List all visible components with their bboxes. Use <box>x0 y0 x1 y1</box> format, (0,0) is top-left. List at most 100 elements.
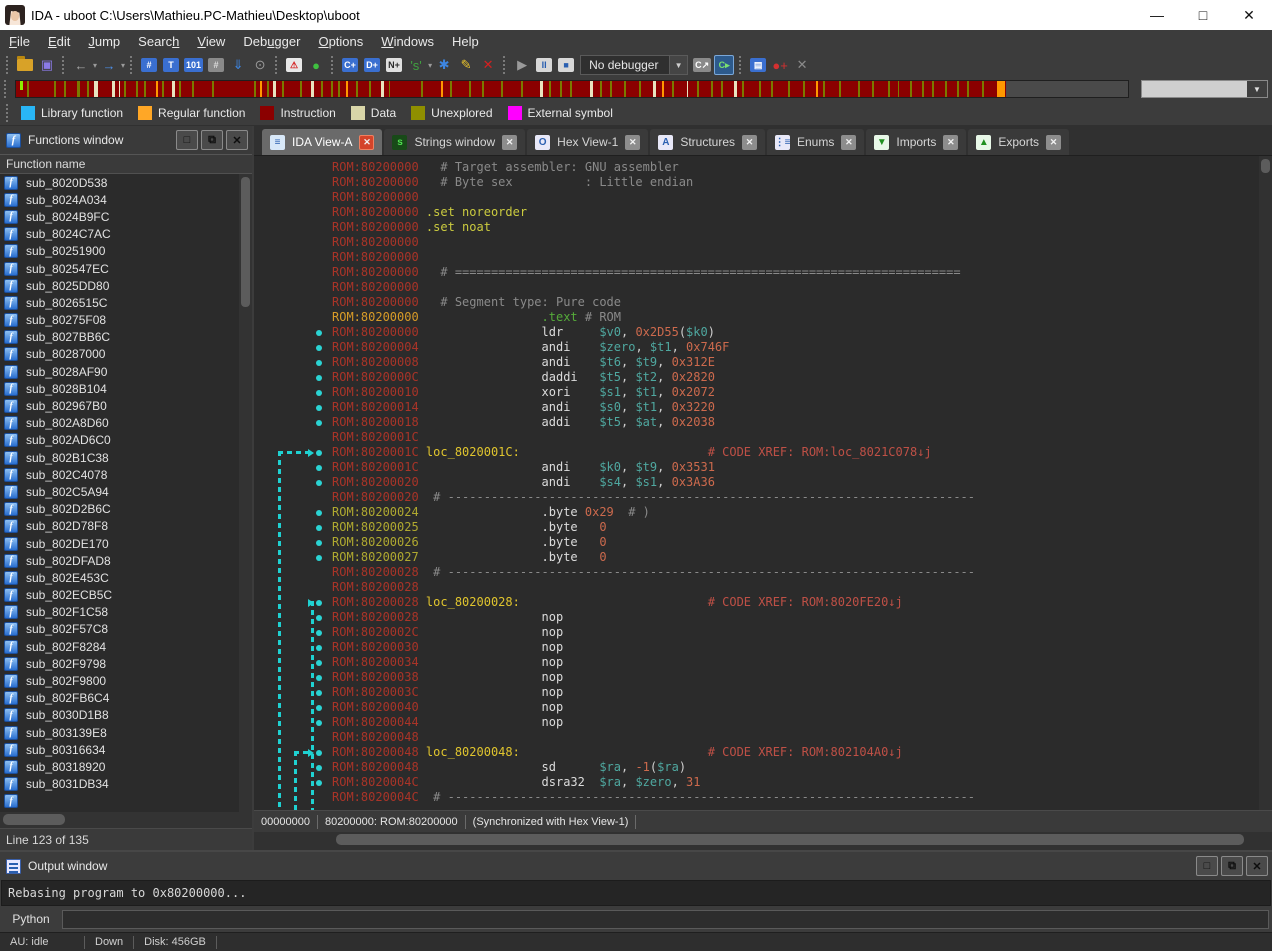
navigate-forward-icon[interactable]: → <box>99 55 119 75</box>
menu-edit[interactable]: Edit <box>39 32 79 51</box>
function-list-item[interactable]: fsub_80318920 <box>0 758 252 775</box>
disasm-line[interactable]: ROM:80200010 xori $s1, $t1, 0x2072 <box>254 385 1258 400</box>
tab-imports[interactable]: ▼Imports✕ <box>866 129 966 155</box>
disasm-line[interactable]: ROM:80200026 .byte 0 <box>254 535 1258 550</box>
debugger-pause-icon[interactable]: II <box>534 55 554 75</box>
function-list-item[interactable]: fsub_8024B9FC <box>0 208 252 225</box>
function-list-item[interactable]: fsub_802E453C <box>0 569 252 586</box>
toolbar-group-handle[interactable] <box>502 56 508 74</box>
toolbar-group-handle[interactable] <box>274 56 280 74</box>
function-list-item[interactable]: fsub_802967B0 <box>0 397 252 414</box>
disasm-line[interactable]: ROM:80200028 # -------------------------… <box>254 565 1258 580</box>
disasm-line[interactable]: ROM:8020004C dsra32 $ra, $zero, 31 <box>254 775 1258 790</box>
make-data-icon[interactable]: D+ <box>362 55 382 75</box>
function-list-item[interactable]: fsub_802D78F8 <box>0 518 252 535</box>
panel-close-button[interactable]: ✕ <box>226 130 248 150</box>
disasm-line[interactable]: ROM:8020004C # -------------------------… <box>254 790 1258 805</box>
colors-indicator-icon[interactable]: ● <box>306 55 326 75</box>
function-list-item[interactable]: fsub_8025DD80 <box>0 277 252 294</box>
disasm-line[interactable]: ROM:80200000 # Byte sex : Little endian <box>254 175 1258 190</box>
function-list-item[interactable]: fsub_802C5A94 <box>0 483 252 500</box>
function-list-item[interactable]: fsub_802F57C8 <box>0 621 252 638</box>
tab-close-icon[interactable]: ✕ <box>502 135 517 150</box>
navigate-forward-dropdown-icon[interactable]: ▾ <box>121 61 125 70</box>
function-list-item[interactable]: fsub_80251900 <box>0 243 252 260</box>
function-list-item[interactable]: fsub_802B1C38 <box>0 449 252 466</box>
function-list-item[interactable]: fsub_8031DB34 <box>0 776 252 793</box>
search-again-icon[interactable]: # <box>206 55 226 75</box>
function-list-item[interactable]: fsub_802F1C58 <box>0 604 252 621</box>
disasm-line[interactable]: ROM:8020000C daddi $t5, $t2, 0x2820 <box>254 370 1258 385</box>
disasm-line[interactable]: ROM:80200027 .byte 0 <box>254 550 1258 565</box>
make-string-icon[interactable]: 's' <box>406 55 426 75</box>
function-list-item[interactable]: fsub_802F8284 <box>0 638 252 655</box>
disasm-line[interactable]: ROM:80200014 andi $s0, $t1, 0x3220 <box>254 400 1258 415</box>
disasm-line[interactable]: ROM:80200038 nop <box>254 670 1258 685</box>
function-list-item[interactable]: fsub_8028B104 <box>0 380 252 397</box>
disasm-line[interactable]: ROM:80200000 # =========================… <box>254 265 1258 280</box>
menu-jump[interactable]: Jump <box>79 32 129 51</box>
disasm-vertical-scrollbar[interactable] <box>1259 156 1272 810</box>
function-list-item[interactable]: fsub_802A8D60 <box>0 415 252 432</box>
function-list-item[interactable]: fsub_8030D1B8 <box>0 707 252 724</box>
disasm-line[interactable]: ROM:80200020 # -------------------------… <box>254 490 1258 505</box>
panel-maximize-button[interactable]: □ <box>176 130 198 150</box>
disasm-hscroll-thumb[interactable] <box>336 834 1244 845</box>
make-name-icon[interactable]: N+ <box>384 55 404 75</box>
menu-windows[interactable]: Windows <box>372 32 443 51</box>
disasm-line[interactable]: ROM:80200000 <box>254 250 1258 265</box>
search-binary-icon[interactable]: # <box>139 55 159 75</box>
disasm-line[interactable]: ROM:80200044 nop <box>254 715 1258 730</box>
disasm-line[interactable]: ROM:80200000 <box>254 235 1258 250</box>
tab-close-icon[interactable]: ✕ <box>943 135 958 150</box>
function-list-item[interactable]: fsub_802D2B6C <box>0 501 252 518</box>
disasm-line[interactable]: ROM:8020001C andi $k0, $t9, 0x3531 <box>254 460 1258 475</box>
edit-item-icon[interactable]: ✎ <box>456 55 476 75</box>
function-list-item[interactable]: fsub_80316634 <box>0 741 252 758</box>
disasm-line[interactable]: ROM:80200030 nop <box>254 640 1258 655</box>
tab-strings[interactable]: sStrings window✕ <box>384 129 525 155</box>
disasm-line[interactable]: ROM:80200008 andi $t6, $t9, 0x312E <box>254 355 1258 370</box>
disasm-line[interactable]: ROM:80200004 andi $zero, $t1, 0x746F <box>254 340 1258 355</box>
tab-close-icon[interactable]: ✕ <box>742 135 757 150</box>
navigate-back-dropdown-icon[interactable]: ▾ <box>93 61 97 70</box>
tab-structures[interactable]: AStructures✕ <box>650 129 765 155</box>
breakpoint-list-icon[interactable]: ▤ <box>748 55 768 75</box>
tab-exports[interactable]: ▲Exports✕ <box>968 129 1069 155</box>
disasm-line[interactable]: ROM:80200028 <box>254 580 1258 595</box>
function-list-item[interactable]: fsub_80275F08 <box>0 312 252 329</box>
make-function-icon[interactable]: ✱ <box>434 55 454 75</box>
disasm-line[interactable]: ROM:80200000 .set noat <box>254 220 1258 235</box>
function-list-item[interactable]: fsub_802F9798 <box>0 655 252 672</box>
problems-list-icon[interactable]: ⚠ <box>284 55 304 75</box>
function-list-item[interactable]: fsub_8024C7AC <box>0 226 252 243</box>
function-list-item[interactable]: fsub_802AD6C0 <box>0 432 252 449</box>
disassembly-view[interactable]: ROM:80200000 # Target assembler: GNU ass… <box>254 156 1272 810</box>
legend-drag-handle[interactable] <box>5 104 11 122</box>
toolbar-group-handle[interactable] <box>5 56 11 74</box>
python-command-input[interactable] <box>62 910 1269 929</box>
disasm-line[interactable]: ROM:80200000 ldr $v0, 0x2D55($k0) <box>254 325 1258 340</box>
panel-float-button[interactable]: ⧉ <box>201 130 223 150</box>
function-list-item[interactable]: fsub_802DE170 <box>0 535 252 552</box>
function-list-item[interactable]: fsub_8027BB6C <box>0 329 252 346</box>
output-close-button[interactable]: ✕ <box>1246 856 1268 876</box>
save-file-icon[interactable]: ▣ <box>37 55 57 75</box>
navigation-band[interactable] <box>15 80 1129 98</box>
search-text-icon[interactable]: T <box>161 55 181 75</box>
menu-options[interactable]: Options <box>309 32 372 51</box>
continue-process-icon[interactable]: C▸ <box>714 55 734 75</box>
close-button[interactable]: ✕ <box>1226 0 1272 30</box>
menu-view[interactable]: View <box>188 32 234 51</box>
disasm-line[interactable]: ROM:8020002C nop <box>254 625 1258 640</box>
disasm-line[interactable]: ROM:8020001C loc_8020001C: # CODE XREF: … <box>254 445 1258 460</box>
debugger-start-icon[interactable]: ▶ <box>512 55 532 75</box>
functions-vertical-scrollbar[interactable] <box>239 174 252 812</box>
disasm-line[interactable]: ROM:80200028 loc_80200028: # CODE XREF: … <box>254 595 1258 610</box>
disasm-line[interactable]: ROM:80200025 .byte 0 <box>254 520 1258 535</box>
output-float-button[interactable]: ⧉ <box>1221 856 1243 876</box>
disasm-vscroll-thumb[interactable] <box>1261 159 1270 173</box>
disasm-line[interactable]: ROM:80200028 nop <box>254 610 1258 625</box>
disasm-line[interactable]: ROM:80200034 nop <box>254 655 1258 670</box>
function-list-item[interactable]: fsub_803139E8 <box>0 724 252 741</box>
